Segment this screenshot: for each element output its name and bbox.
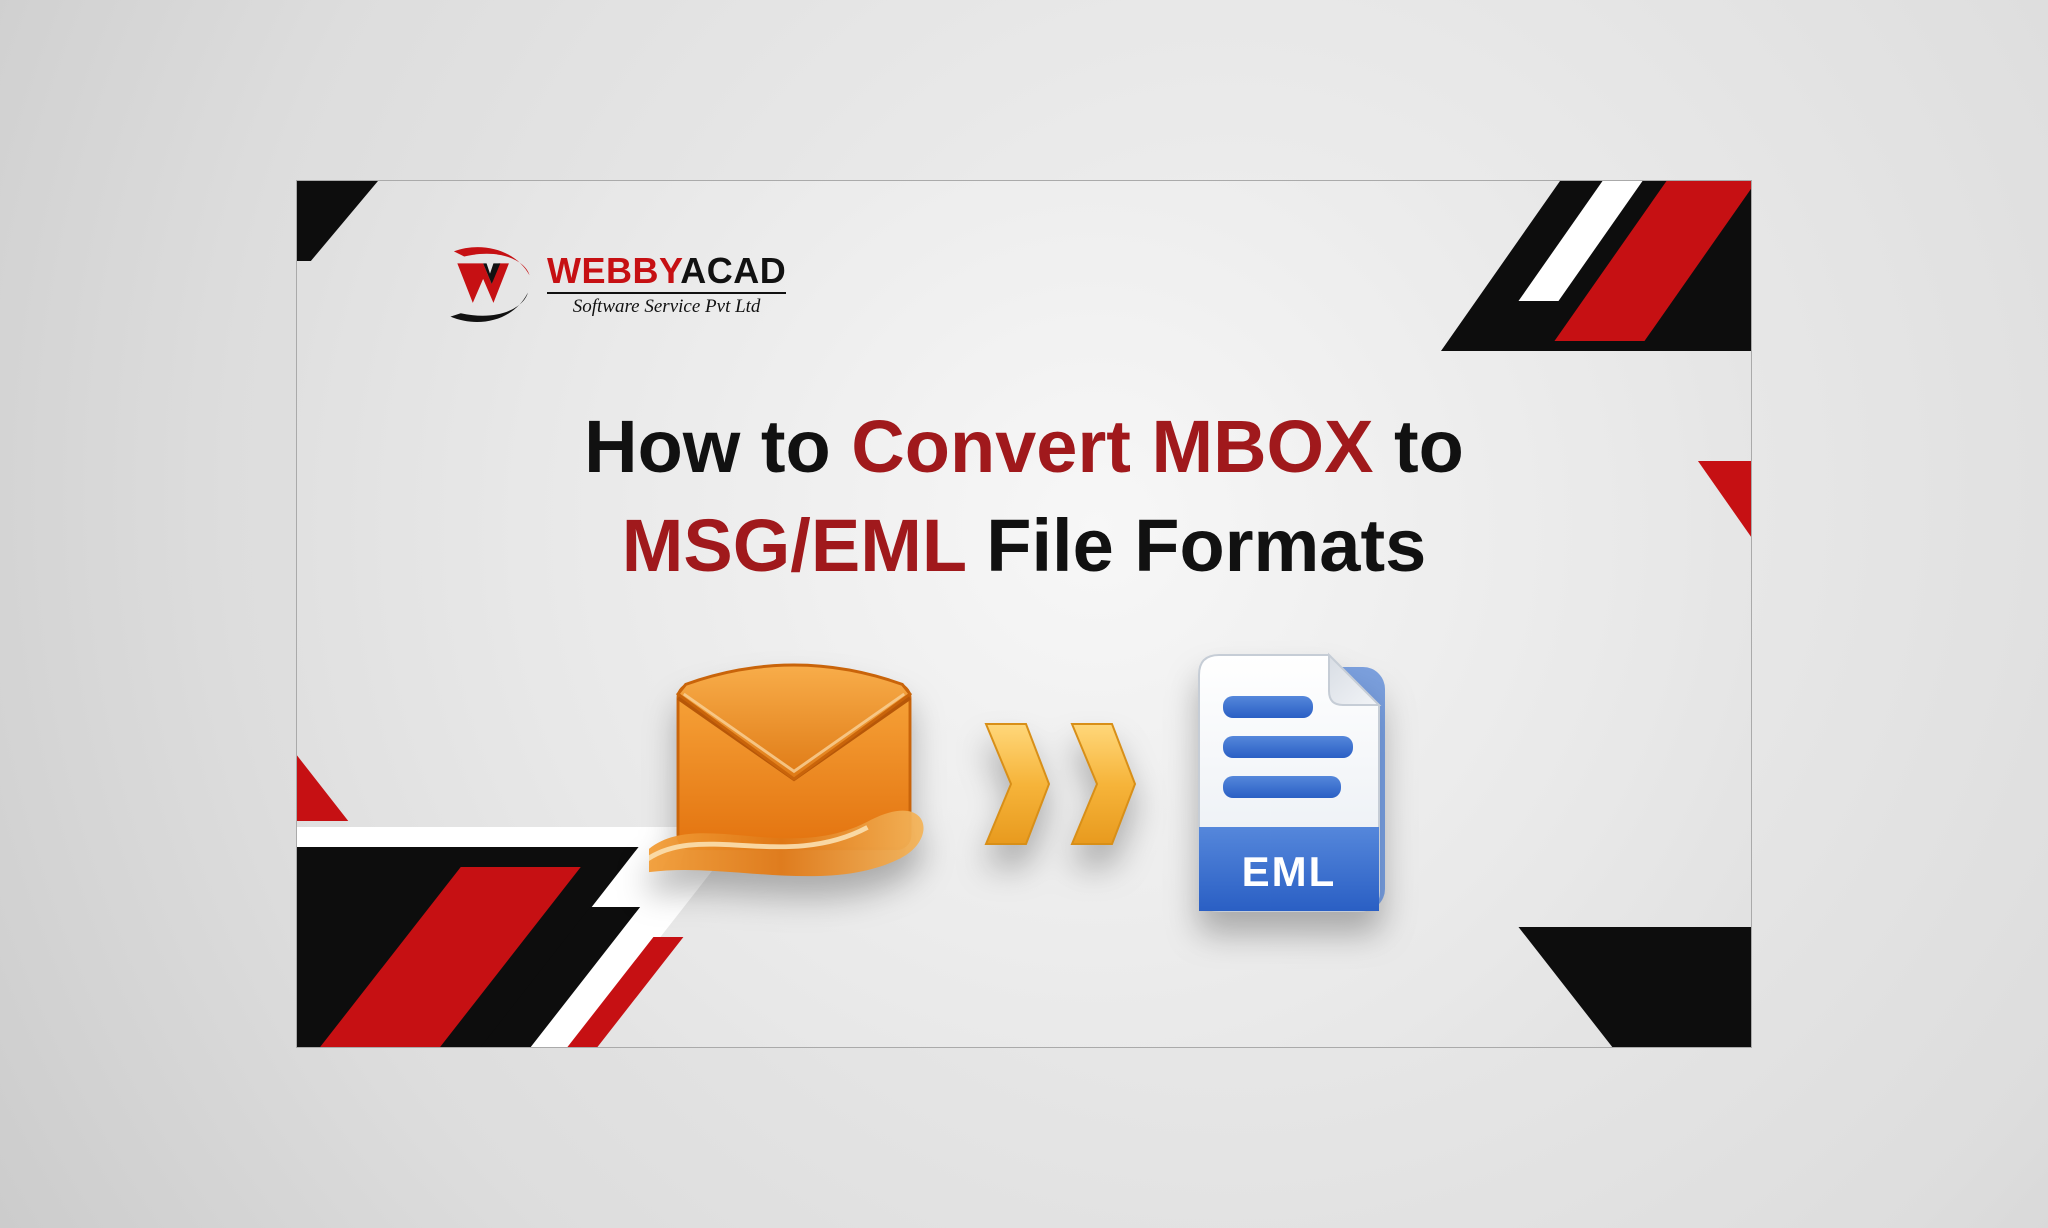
envelope-icon	[649, 655, 939, 912]
title-line-1: How to Convert MBOX to	[297, 401, 1751, 494]
brand-tagline: Software Service Pvt Ltd	[547, 292, 786, 318]
title-suffix-2: File Formats	[966, 504, 1427, 587]
page-title: How to Convert MBOX to MSG/EML File Form…	[297, 401, 1751, 592]
brand-second: ACAD	[680, 250, 786, 291]
brand-name: WEBBYACAD	[547, 250, 786, 292]
title-prefix: How to	[584, 405, 851, 488]
decor-stripe	[296, 180, 403, 261]
title-line-2: MSG/EML File Formats	[297, 500, 1751, 593]
title-highlight-2: MSG/EML	[622, 504, 966, 587]
file-label: EML	[1179, 848, 1399, 896]
title-suffix-1: to	[1373, 405, 1463, 488]
chevron-right-icon	[979, 719, 1139, 849]
decor-stripe	[1518, 927, 1752, 1048]
banner-canvas: WEBBYACAD Software Service Pvt Ltd How t…	[296, 180, 1752, 1048]
logo-mark-icon	[447, 241, 533, 327]
eml-file-icon: EML	[1179, 641, 1399, 926]
brand-first: WEBBY	[547, 250, 680, 291]
illustration-row: EML	[297, 641, 1751, 926]
brand-logo: WEBBYACAD Software Service Pvt Ltd	[447, 241, 786, 327]
title-highlight-1: Convert MBOX	[851, 405, 1373, 488]
